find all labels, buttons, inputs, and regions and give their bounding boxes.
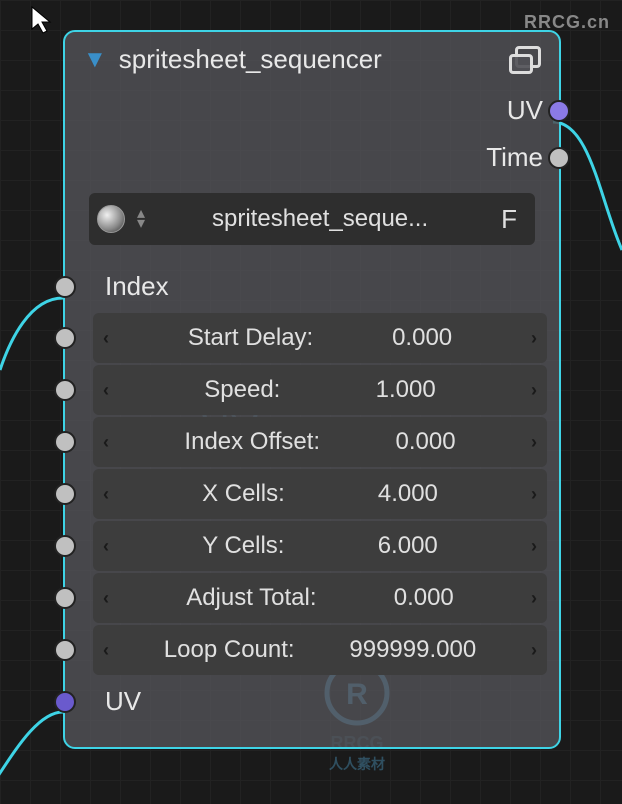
node-header[interactable]: ▼ spritesheet_sequencer: [65, 32, 559, 87]
node-spritesheet-sequencer[interactable]: ▼ spritesheet_sequencer UV Time ▴▾ sprit…: [63, 30, 561, 749]
chevron-right-icon[interactable]: ›: [531, 536, 537, 557]
updown-icon[interactable]: ▴▾: [133, 209, 149, 228]
input-speed: ‹ Speed: 1.000 ›: [65, 364, 559, 416]
chevron-left-icon[interactable]: ‹: [103, 432, 109, 453]
chevron-right-icon[interactable]: ›: [531, 380, 537, 401]
socket-input-x-cells[interactable]: [54, 483, 76, 505]
chevron-left-icon[interactable]: ‹: [103, 640, 109, 661]
socket-input-index-offset[interactable]: [54, 431, 76, 453]
input-loop-count: ‹ Loop Count: 999999.000 ›: [65, 624, 559, 676]
field-index-offset[interactable]: ‹ Index Offset: 0.000 ›: [93, 417, 547, 467]
node-group-icon[interactable]: [509, 46, 541, 74]
output-uv: UV: [65, 87, 559, 134]
collapse-triangle-icon[interactable]: ▼: [83, 46, 107, 74]
socket-input-adjust-total[interactable]: [54, 587, 76, 609]
chevron-left-icon[interactable]: ‹: [103, 328, 109, 349]
input-uv: UV: [65, 676, 559, 727]
input-start-delay: ‹ Start Delay: 0.000 ›: [65, 312, 559, 364]
socket-input-speed[interactable]: [54, 379, 76, 401]
chevron-right-icon[interactable]: ›: [531, 432, 537, 453]
chevron-right-icon[interactable]: ›: [531, 640, 537, 661]
field-loop-count[interactable]: ‹ Loop Count: 999999.000 ›: [93, 625, 547, 675]
chevron-right-icon[interactable]: ›: [531, 484, 537, 505]
material-icon: [97, 205, 125, 233]
cursor-icon: [30, 5, 54, 42]
node-group-selector[interactable]: ▴▾ spritesheet_seque... F: [89, 193, 535, 245]
socket-input-y-cells[interactable]: [54, 535, 76, 557]
field-adjust-total[interactable]: ‹ Adjust Total: 0.000 ›: [93, 573, 547, 623]
input-adjust-total: ‹ Adjust Total: 0.000 ›: [65, 572, 559, 624]
chevron-right-icon[interactable]: ›: [531, 588, 537, 609]
input-index: Index: [65, 261, 559, 312]
socket-input-index[interactable]: [54, 276, 76, 298]
field-y-cells[interactable]: ‹ Y Cells: 6.000 ›: [93, 521, 547, 571]
output-time: Time: [65, 134, 559, 181]
field-speed[interactable]: ‹ Speed: 1.000 ›: [93, 365, 547, 415]
socket-output-time[interactable]: [548, 147, 570, 169]
chevron-left-icon[interactable]: ‹: [103, 536, 109, 557]
chevron-left-icon[interactable]: ‹: [103, 588, 109, 609]
field-start-delay[interactable]: ‹ Start Delay: 0.000 ›: [93, 313, 547, 363]
chevron-right-icon[interactable]: ›: [531, 328, 537, 349]
chevron-left-icon[interactable]: ‹: [103, 484, 109, 505]
input-x-cells: ‹ X Cells: 4.000 ›: [65, 468, 559, 520]
socket-input-loop-count[interactable]: [54, 639, 76, 661]
input-index-offset: ‹ Index Offset: 0.000 ›: [65, 416, 559, 468]
chevron-left-icon[interactable]: ‹: [103, 380, 109, 401]
socket-output-uv[interactable]: [548, 100, 570, 122]
node-title: spritesheet_sequencer: [119, 44, 497, 75]
input-y-cells: ‹ Y Cells: 6.000 ›: [65, 520, 559, 572]
fake-user-button[interactable]: F: [491, 204, 527, 235]
socket-input-start-delay[interactable]: [54, 327, 76, 349]
socket-input-uv[interactable]: [54, 691, 76, 713]
field-x-cells[interactable]: ‹ X Cells: 4.000 ›: [93, 469, 547, 519]
